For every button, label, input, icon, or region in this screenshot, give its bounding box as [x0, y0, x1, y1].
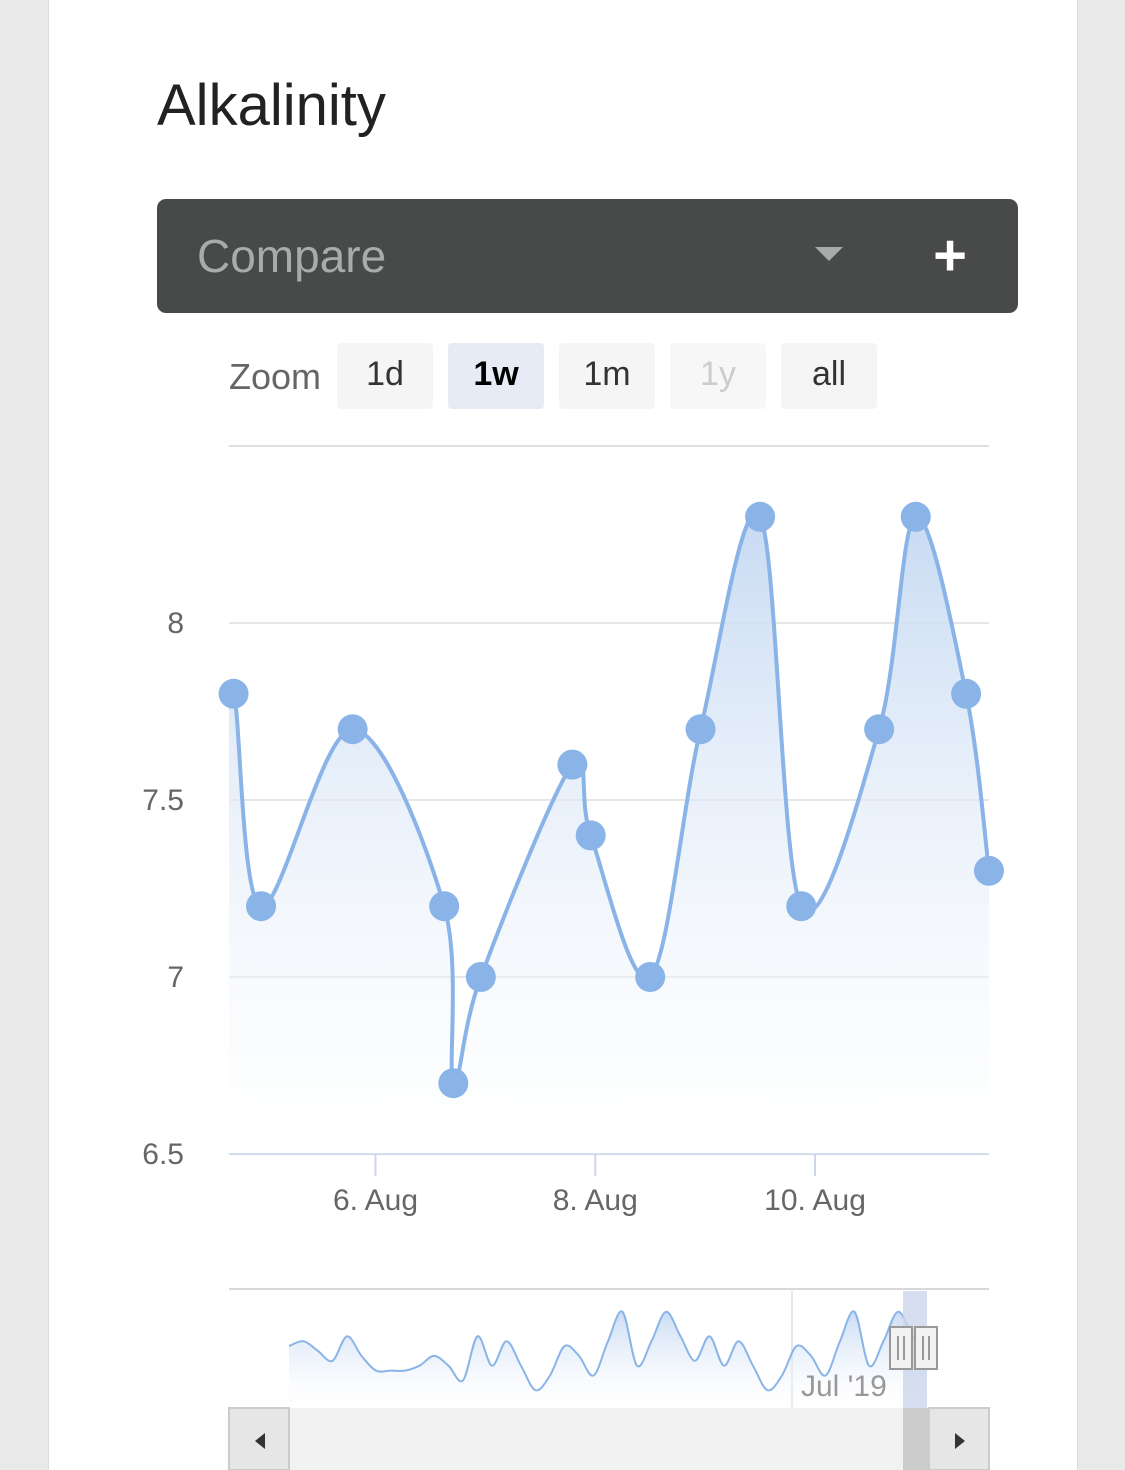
data-point[interactable]: [557, 749, 588, 780]
navigator-x-label: Jul '19: [801, 1370, 887, 1403]
scrollbar[interactable]: [228, 1407, 990, 1470]
scrollbar-thumb[interactable]: [903, 1408, 929, 1470]
data-point[interactable]: [337, 714, 368, 745]
data-point[interactable]: [635, 962, 666, 992]
data-point[interactable]: [745, 501, 776, 532]
data-point[interactable]: [575, 820, 606, 851]
y-tick-label: 6.5: [142, 1138, 184, 1171]
x-tick-label: 8. Aug: [553, 1184, 638, 1217]
chart-card: Alkalinity Compare + Zoom 1d 1w 1m 1y al…: [48, 0, 1078, 1470]
y-tick-label: 7.5: [142, 784, 184, 817]
scrollbar-track[interactable]: [229, 1408, 989, 1470]
data-point[interactable]: [246, 891, 277, 922]
data-point[interactable]: [786, 891, 817, 922]
x-tick-label: 10. Aug: [764, 1184, 866, 1217]
data-point[interactable]: [951, 678, 982, 709]
data-point[interactable]: [438, 1068, 469, 1099]
data-point[interactable]: [900, 501, 931, 532]
data-point[interactable]: [685, 714, 716, 745]
y-tick-label: 7: [167, 961, 184, 994]
data-point[interactable]: [429, 891, 460, 922]
alkalinity-chart: 6.5 7 7.5 8 6. Aug 8. Aug 10. Aug Jul '19: [142, 445, 1004, 1470]
data-point[interactable]: [974, 855, 1004, 886]
data-point[interactable]: [465, 962, 496, 992]
x-axis: 6. Aug 8. Aug 10. Aug: [333, 1154, 866, 1217]
data-point[interactable]: [218, 678, 249, 709]
navigator-handle-left[interactable]: [889, 1326, 913, 1370]
x-tick-label: 6. Aug: [333, 1184, 418, 1217]
y-tick-label: 8: [167, 607, 184, 640]
navigator-handle-right[interactable]: [914, 1326, 938, 1370]
y-axis: 6.5 7 7.5 8: [142, 607, 184, 1171]
data-point[interactable]: [864, 714, 895, 745]
